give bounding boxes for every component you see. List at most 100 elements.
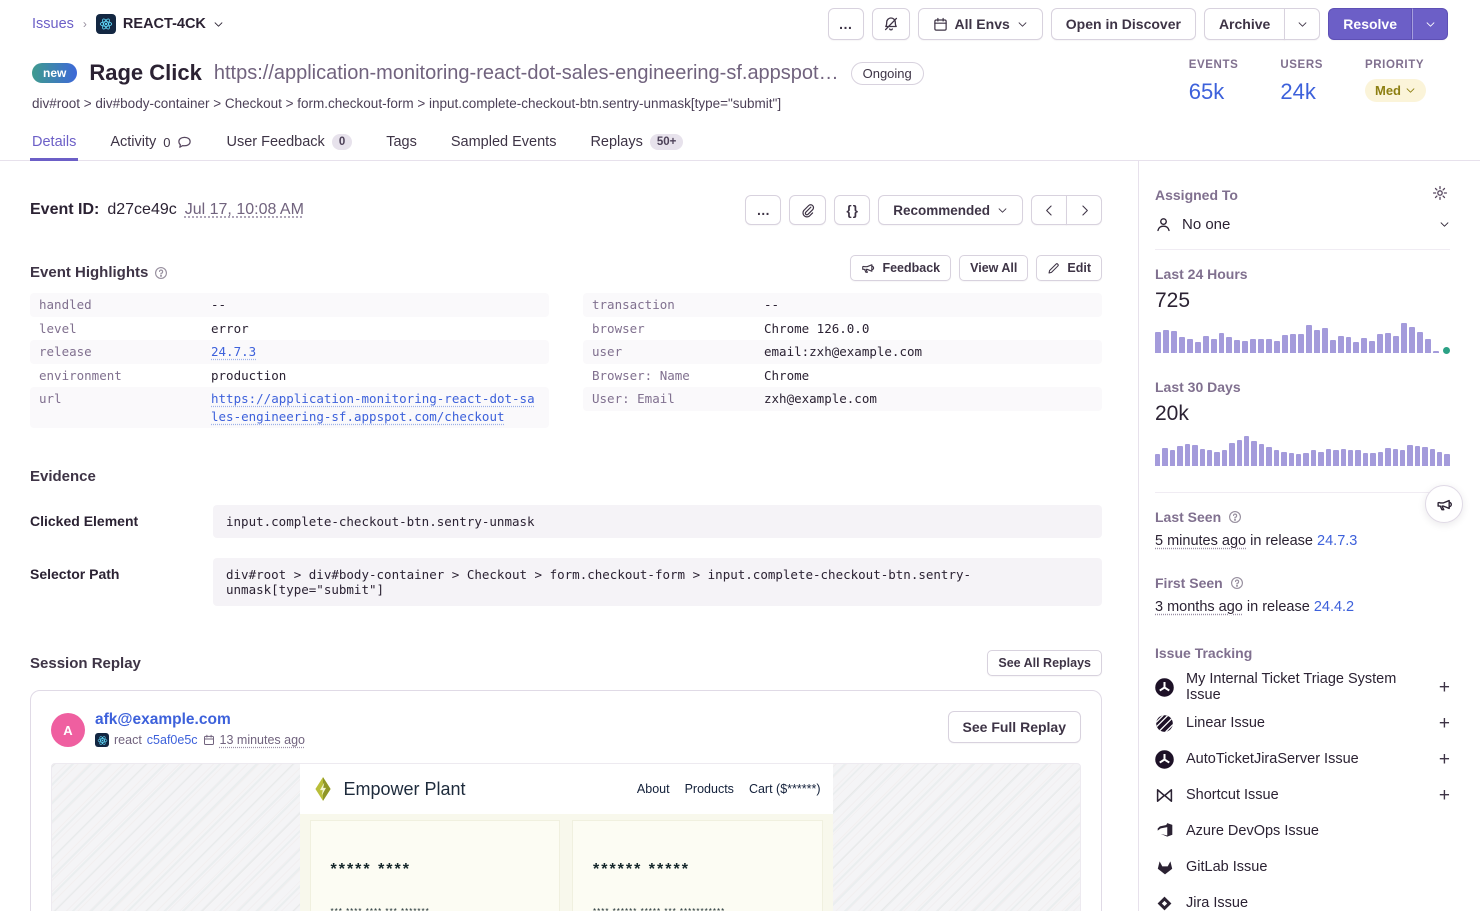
- divider: [1155, 249, 1450, 250]
- event-timestamp[interactable]: Jul 17, 10:08 AM: [185, 201, 304, 219]
- issue-stats: EVENTS 65k USERS 24k PRIORITY Med: [1189, 59, 1426, 105]
- priority-dropdown[interactable]: Med: [1365, 79, 1426, 102]
- breadcrumb: Issues › REACT-4CK: [32, 14, 224, 34]
- chevron-down-icon: [1297, 19, 1308, 30]
- copy-event-link-button[interactable]: [789, 195, 826, 225]
- chart-bar: [1163, 330, 1169, 353]
- users-count[interactable]: 24k: [1280, 79, 1323, 105]
- add-issue-link-button[interactable]: +: [1439, 750, 1450, 769]
- previous-event-button[interactable]: [1031, 195, 1067, 225]
- tab-count-badge: 0: [332, 134, 352, 150]
- project-name: REACT-4CK: [123, 16, 206, 32]
- tab-activity[interactable]: Activity0: [108, 125, 194, 161]
- assigned-to-title: Assigned To: [1155, 187, 1450, 203]
- archive-button[interactable]: Archive: [1204, 8, 1285, 40]
- view-json-button[interactable]: { }: [834, 195, 870, 225]
- first-seen-release-link[interactable]: 24.4.2: [1314, 599, 1354, 615]
- give-feedback-fab[interactable]: [1425, 485, 1463, 523]
- tab-details[interactable]: Details: [30, 125, 78, 161]
- issue-tracking-item[interactable]: AutoTicketJiraServer Issue +: [1155, 741, 1450, 777]
- open-in-discover-button[interactable]: Open in Discover: [1051, 8, 1196, 40]
- highlight-value[interactable]: https://application-monitoring-react-dot…: [211, 390, 540, 425]
- comment-bubble-icon: [177, 135, 192, 150]
- event-highlights-title: Event Highlights: [30, 264, 168, 281]
- feedback-button[interactable]: Feedback: [850, 255, 951, 281]
- more-actions-button[interactable]: …: [828, 8, 864, 40]
- archive-dropdown-button[interactable]: [1284, 8, 1320, 40]
- highlight-value: --: [764, 296, 779, 314]
- gear-icon[interactable]: [1432, 185, 1448, 201]
- tab-replays[interactable]: Replays50+: [588, 125, 685, 161]
- chart-bar: [1370, 453, 1375, 466]
- megaphone-icon: [1436, 496, 1453, 513]
- resolve-button[interactable]: Resolve: [1328, 8, 1412, 40]
- tab-tags[interactable]: Tags: [384, 125, 419, 161]
- issue-tracking-label: AutoTicketJiraServer Issue: [1186, 751, 1427, 767]
- add-issue-link-button[interactable]: +: [1439, 786, 1450, 805]
- replay-time-ago[interactable]: 13 minutes ago: [220, 733, 305, 747]
- event-more-button[interactable]: …: [745, 195, 781, 225]
- last-30d-title: Last 30 Days: [1155, 379, 1450, 395]
- issue-tracking-item[interactable]: My Internal Ticket Triage System Issue+: [1155, 669, 1450, 705]
- resolve-dropdown-button[interactable]: [1412, 8, 1448, 40]
- see-full-replay-button[interactable]: See Full Replay: [948, 711, 1081, 743]
- event-id-row: Event ID: d27ce49c Jul 17, 10:08 AM: [30, 201, 304, 219]
- help-icon[interactable]: [1230, 576, 1244, 590]
- highlight-key: browser: [592, 320, 764, 338]
- chart-bar: [1353, 342, 1359, 353]
- evidence-value: input.complete-checkout-btn.sentry-unmas…: [213, 505, 1102, 538]
- issue-tracking-item[interactable]: Azure DevOps Issue: [1155, 813, 1450, 849]
- replay-preview-viewport[interactable]: Empower Plant AboutProductsCart ($******…: [51, 763, 1081, 911]
- chart-bar: [1171, 331, 1177, 353]
- chart-bar: [1333, 450, 1338, 466]
- events-count[interactable]: 65k: [1189, 79, 1239, 105]
- tab-count: 0: [163, 135, 170, 150]
- calendar-icon: [933, 17, 948, 32]
- first-seen-time[interactable]: 3 months ago: [1155, 599, 1243, 615]
- breadcrumb-issues-link[interactable]: Issues: [32, 16, 74, 32]
- chart-bar: [1259, 444, 1264, 466]
- last-30d-chart[interactable]: [1155, 436, 1450, 466]
- replayed-app-screenshot: Empower Plant AboutProductsCart ($******…: [300, 764, 833, 911]
- edit-highlights-button[interactable]: Edit: [1036, 255, 1102, 281]
- project-selector[interactable]: REACT-4CK: [96, 14, 224, 34]
- chart-bar: [1318, 452, 1323, 466]
- issue-tracking-item[interactable]: Shortcut Issue+: [1155, 777, 1450, 813]
- replay-id-link[interactable]: c5af0e5c: [147, 733, 198, 747]
- chart-bar: [1274, 341, 1280, 353]
- issue-tracking-item[interactable]: Linear Issue+: [1155, 705, 1450, 741]
- last-24h-chart[interactable]: [1155, 323, 1450, 353]
- last-seen-time[interactable]: 5 minutes ago: [1155, 533, 1246, 549]
- mute-alerts-button[interactable]: [872, 8, 910, 40]
- chart-bar: [1361, 338, 1367, 353]
- add-issue-link-button[interactable]: +: [1439, 678, 1450, 697]
- highlight-row: urlhttps://application-monitoring-react-…: [30, 387, 549, 428]
- chevron-right-icon: ›: [83, 17, 87, 31]
- highlight-value[interactable]: 24.7.3: [211, 343, 256, 361]
- event-view-select[interactable]: Recommended: [878, 195, 1023, 225]
- issue-tracking-item[interactable]: Jira Issue: [1155, 885, 1450, 911]
- help-icon[interactable]: [154, 266, 168, 280]
- react-platform-icon: [95, 733, 109, 747]
- help-icon[interactable]: [1228, 510, 1242, 524]
- view-all-button[interactable]: View All: [959, 255, 1028, 281]
- highlight-key: User: Email: [592, 390, 764, 408]
- next-event-button[interactable]: [1066, 195, 1102, 225]
- chevron-down-icon: [1017, 19, 1028, 30]
- assignee-select[interactable]: No one: [1155, 216, 1450, 233]
- issue-tracking-item[interactable]: GitLab Issue: [1155, 849, 1450, 885]
- chart-bar: [1385, 448, 1390, 466]
- add-issue-link-button[interactable]: +: [1439, 714, 1450, 733]
- last-30d-total: 20k: [1155, 402, 1450, 426]
- chart-bar: [1415, 446, 1420, 466]
- environment-filter-button[interactable]: All Envs: [918, 8, 1043, 40]
- ticket-triage-icon: [1155, 750, 1174, 769]
- chart-bar: [1348, 450, 1353, 466]
- tab-user-feedback[interactable]: User Feedback0: [224, 125, 354, 161]
- tab-sampled-events[interactable]: Sampled Events: [449, 125, 559, 161]
- see-all-replays-button[interactable]: See All Replays: [987, 650, 1102, 676]
- last-seen-release-link[interactable]: 24.7.3: [1317, 533, 1357, 549]
- replay-user-email-link[interactable]: afk@example.com: [95, 711, 305, 729]
- chart-bar: [1369, 341, 1375, 353]
- pencil-icon: [1047, 262, 1060, 275]
